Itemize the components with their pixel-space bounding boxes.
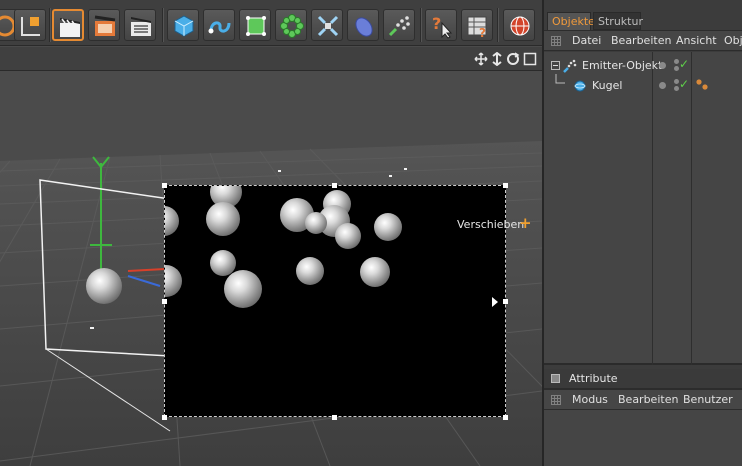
3d-viewport[interactable]: Verschieben +	[0, 71, 542, 466]
object-name[interactable]: Kugel	[592, 79, 622, 92]
menu-view[interactable]: Ansicht	[676, 34, 717, 47]
attributes-panel-icon	[551, 374, 560, 383]
region-handle[interactable]	[332, 183, 337, 188]
dolly-view-icon[interactable]	[490, 52, 504, 66]
particles-icon[interactable]	[383, 9, 415, 41]
menu-objects[interactable]: Obje	[724, 34, 742, 47]
toolbar-separator	[49, 8, 51, 42]
render-view-clapper-icon[interactable]	[52, 9, 84, 41]
pan-view-icon[interactable]	[474, 52, 488, 66]
enabled-check-icon[interactable]: ✓	[679, 77, 689, 91]
menu-grip-icon[interactable]	[551, 395, 561, 405]
maximize-view-icon[interactable]	[523, 52, 537, 66]
object-row-sphere[interactable]: Kugel ✓	[544, 74, 742, 96]
tab-objects[interactable]: Objekte	[547, 12, 595, 30]
sphere-object[interactable]	[86, 268, 122, 304]
toolbar-separator	[162, 8, 164, 42]
timeline-help-icon[interactable]: ?	[461, 9, 493, 41]
particle-sphere	[374, 213, 402, 241]
tab-structure[interactable]: Struktur	[593, 12, 643, 30]
svg-text:?: ?	[479, 26, 486, 39]
region-handle[interactable]	[332, 415, 337, 420]
interactive-render-region[interactable]	[164, 185, 506, 417]
world-axis-icon[interactable]	[14, 9, 46, 41]
object-list: Emitter-Objekt ✓ Kugel ✓	[544, 52, 742, 365]
menu-edit[interactable]: Bearbeiten	[611, 34, 671, 47]
particle-sphere	[165, 206, 179, 236]
panel-tabs: Objekte Struktur	[544, 12, 742, 30]
object-name[interactable]: Emitter-Objekt	[582, 59, 662, 72]
layer-dot[interactable]	[659, 82, 666, 89]
tree-collapse-icon[interactable]	[551, 61, 561, 71]
viewport-header	[0, 47, 542, 71]
particle-sphere	[224, 270, 262, 308]
object-row-emitter[interactable]: Emitter-Objekt ✓	[544, 56, 742, 76]
cube-icon[interactable]	[167, 9, 199, 41]
toolbar-separator	[420, 8, 422, 42]
region-handle[interactable]	[503, 299, 508, 304]
region-handle[interactable]	[162, 183, 167, 188]
particle-sphere	[206, 202, 240, 236]
particle-sphere	[305, 212, 327, 234]
region-handle[interactable]	[162, 415, 167, 420]
tree-branch-icon	[555, 74, 565, 84]
attributes-body	[544, 410, 742, 466]
attributes-title: Attribute	[569, 372, 618, 385]
toolbar-separator	[497, 8, 499, 42]
particle-sphere	[165, 265, 182, 297]
move-hint-label: Verschieben	[457, 218, 525, 231]
help-cursor-icon[interactable]: ?	[425, 9, 457, 41]
menu-edit[interactable]: Bearbeiten	[618, 393, 678, 406]
render-picture-viewer-icon[interactable]	[88, 9, 120, 41]
nurbs-icon[interactable]	[239, 9, 271, 41]
region-arrow-icon	[492, 297, 498, 307]
emitter-icon	[563, 59, 577, 73]
spline-pen-icon[interactable]	[203, 9, 235, 41]
move-plus-icon: +	[519, 214, 532, 232]
column-divider	[652, 52, 653, 365]
menu-mode[interactable]: Modus	[572, 393, 608, 406]
menu-user[interactable]: Benutzer	[683, 393, 733, 406]
particle-sphere	[296, 257, 324, 285]
region-handle[interactable]	[162, 299, 167, 304]
particle-sphere	[360, 257, 390, 287]
region-handle[interactable]	[503, 183, 508, 188]
menu-file[interactable]: Datei	[572, 34, 601, 47]
region-handle[interactable]	[503, 415, 508, 420]
layer-dot[interactable]	[659, 62, 666, 69]
object-manager-panel: Objekte Struktur Datei Bearbeiten Ansich…	[542, 0, 742, 466]
rotate-view-icon[interactable]	[506, 52, 520, 66]
tag-material-icon[interactable]	[695, 78, 709, 92]
attributes-header: Attribute	[544, 369, 742, 389]
svg-text:?: ?	[432, 14, 441, 33]
render-settings-icon[interactable]	[124, 9, 156, 41]
main-toolbar: ? ?	[0, 0, 542, 46]
menu-grip-icon[interactable]	[551, 36, 561, 46]
particle-sphere	[335, 223, 361, 249]
array-cloner-icon[interactable]	[275, 9, 307, 41]
object-menubar: Datei Bearbeiten Ansicht Obje	[544, 30, 742, 51]
scene-camera-icon[interactable]	[347, 9, 379, 41]
deformer-icon[interactable]	[311, 9, 343, 41]
column-divider	[691, 52, 692, 365]
enabled-check-icon[interactable]: ✓	[679, 57, 689, 71]
attributes-menubar: Modus Bearbeiten Benutzer	[544, 389, 742, 410]
sphere-icon	[574, 80, 586, 92]
globe-icon[interactable]	[503, 9, 535, 41]
